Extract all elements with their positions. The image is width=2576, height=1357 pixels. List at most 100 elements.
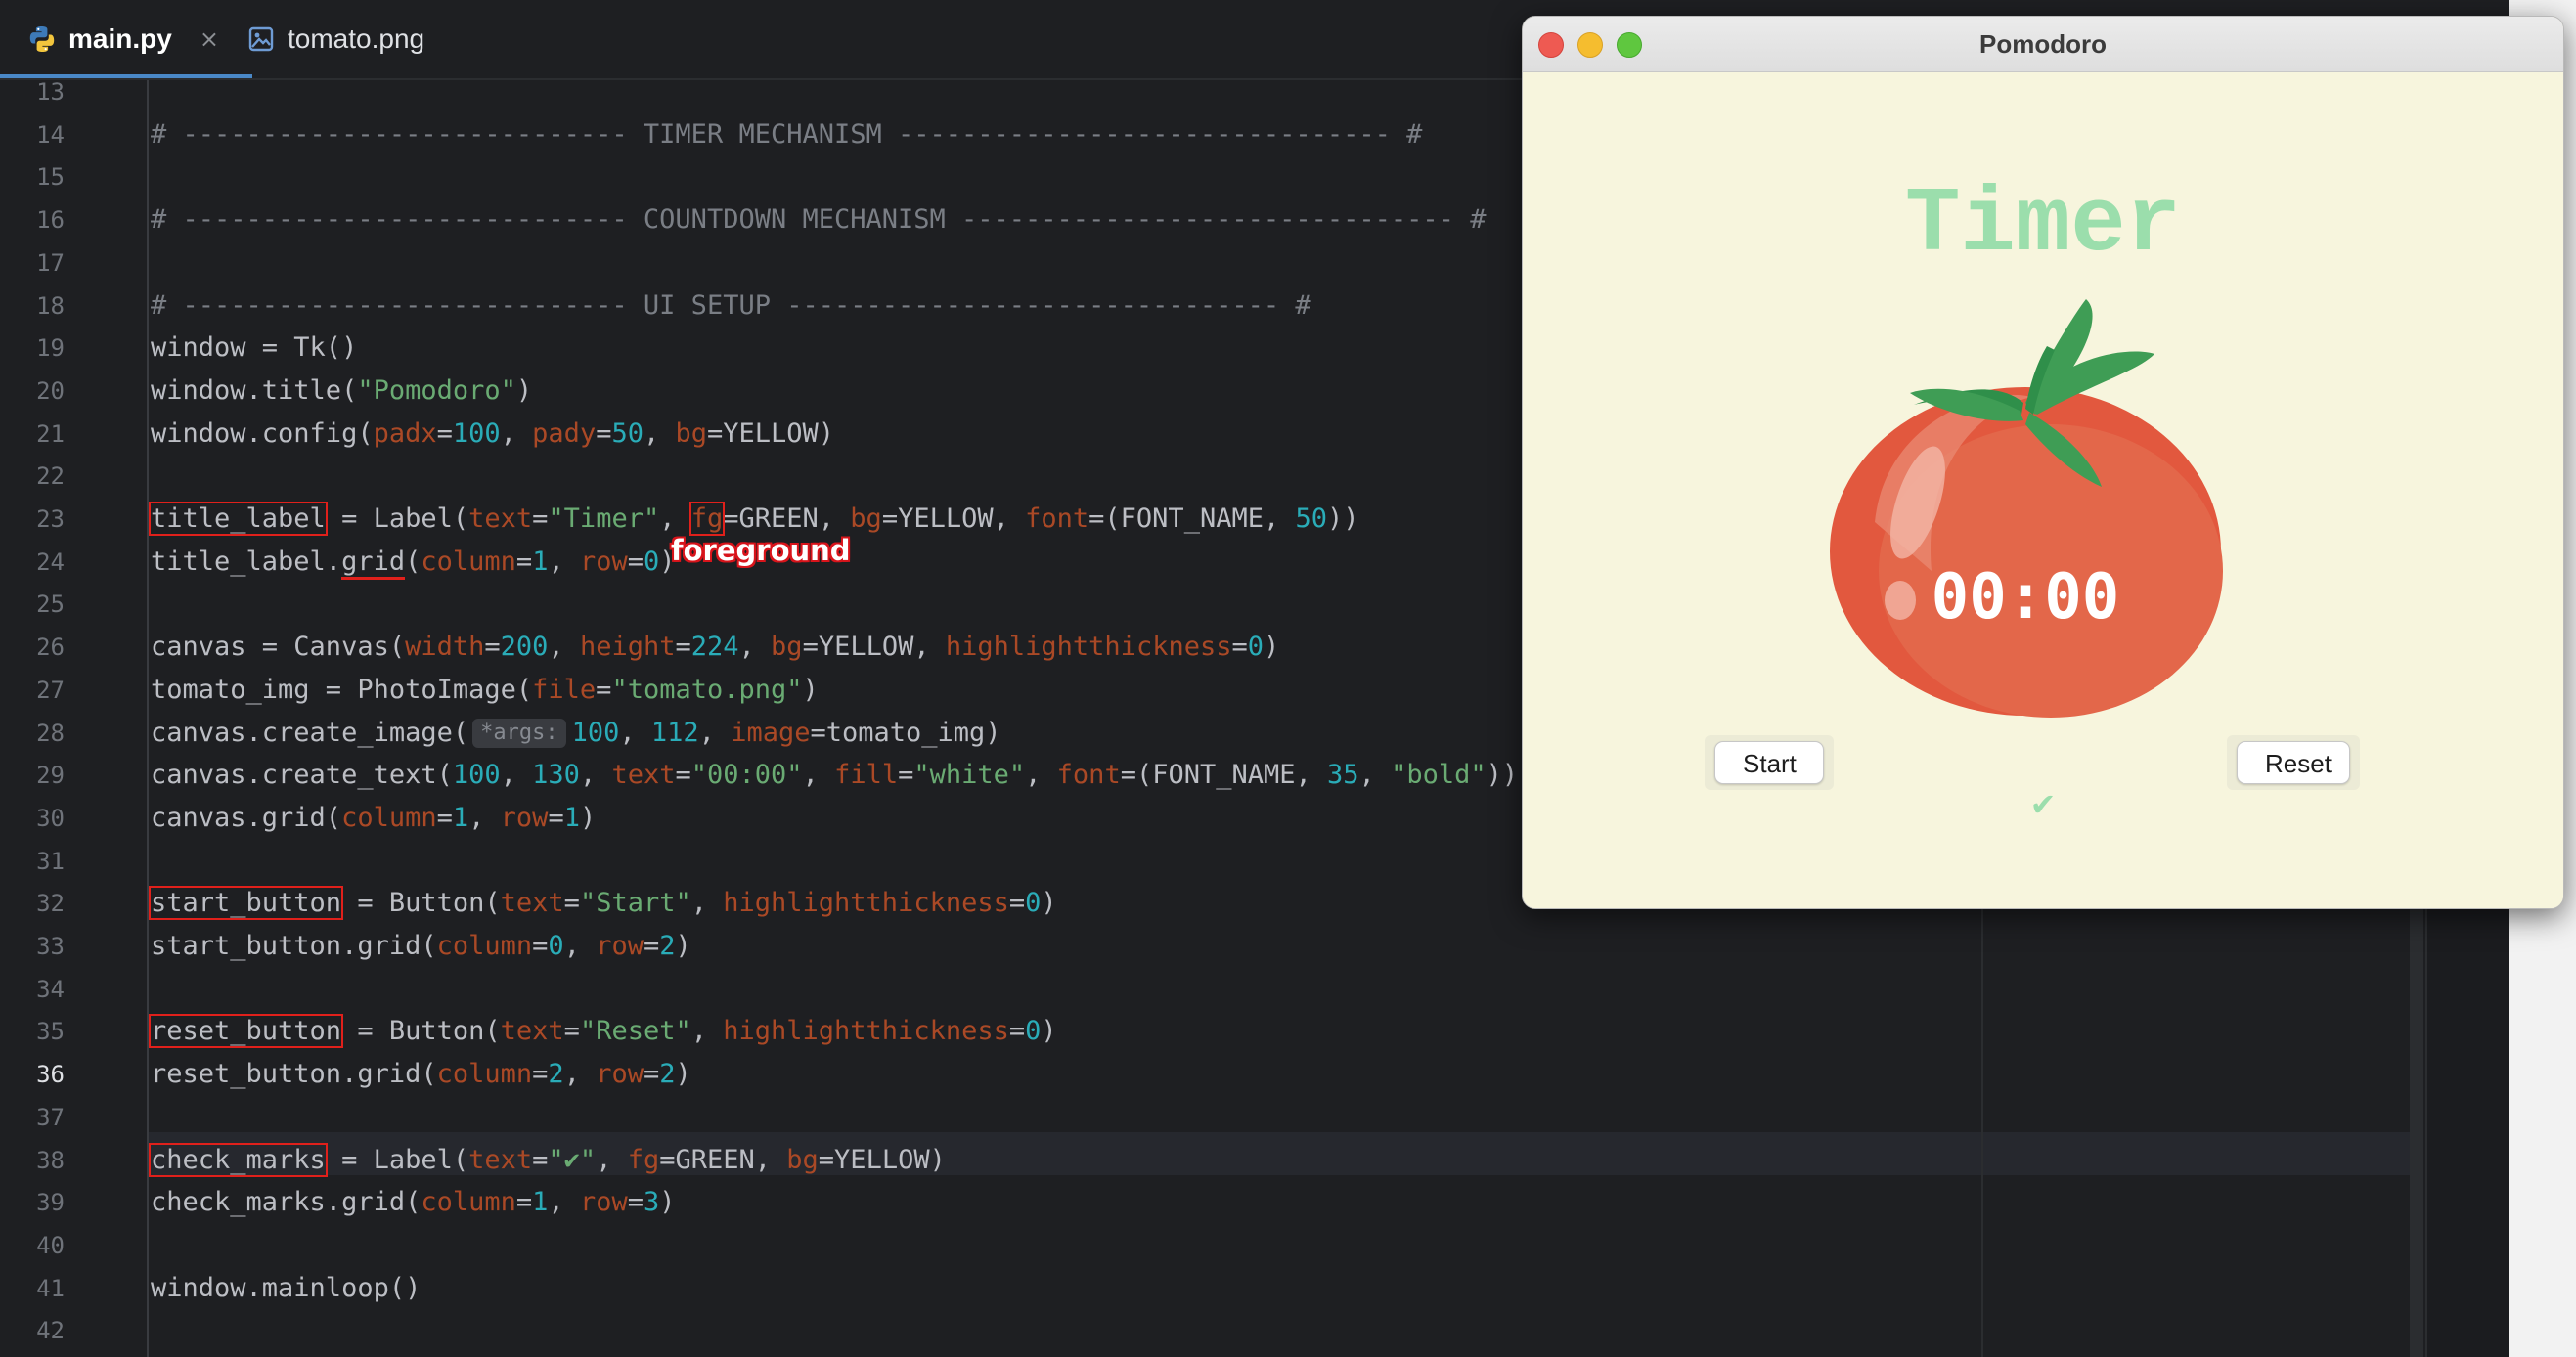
code-line: # ---------------------------- COUNTDOWN… [151,198,1486,241]
code-token: = [532,931,549,961]
line-number: 28 [36,720,65,747]
code-token: highlightthickness [723,1016,1009,1046]
code-token: =YELLOW) [818,1145,946,1175]
code-token: , [500,760,533,790]
code-token: 100 [571,718,620,748]
line-number: 16 [36,206,65,234]
code-token: , [563,1059,597,1089]
code-line: check_marks = Label(text="✔", fg=GREEN, … [149,1139,946,1182]
code-token: = [643,931,660,961]
code-token: ) [1264,632,1280,662]
line-number: 33 [36,933,65,960]
code-token: 130 [532,760,580,790]
code-token: 200 [500,632,549,662]
line-number: 22 [36,462,65,490]
code-token: = [532,1059,549,1089]
start-button[interactable]: Start [1714,741,1824,784]
code-token: = Button( [341,888,501,918]
close-tab-icon[interactable]: × [200,25,219,53]
code-line: window.config(padx=100, pady=50, bg=YELL… [151,413,834,456]
code-line: window.title("Pomodoro") [151,370,532,413]
code-line: canvas = Canvas(width=200, height=224, b… [151,626,1279,669]
code-token: , [690,888,724,918]
code-token: bg [850,503,882,534]
line-number: 42 [36,1317,65,1344]
code-token: = [898,760,914,790]
code-token: = [1008,1016,1026,1046]
code-token: 0 [1025,1016,1042,1046]
code-line: tomato_img = PhotoImage(file="tomato.png… [151,669,819,712]
code-line: window.mainloop() [151,1267,421,1310]
code-token: 1 [563,803,580,833]
code-token: ) [802,675,819,705]
code-token: )) [1486,760,1519,790]
code-token: grid [341,547,406,580]
code-token: 0 [548,931,564,961]
code-token: = Label( [325,1145,469,1175]
code-token: canvas.create_image( [151,718,469,748]
code-token: window.mainloop() [151,1273,422,1303]
code-token: , [563,931,597,961]
code-token: text [500,888,564,918]
code-line: # ---------------------------- UI SETUP … [151,285,1311,328]
code-token: ( [405,547,422,577]
code-token: column [436,1059,533,1089]
code-token: ) [675,931,691,961]
tomato-image [1830,299,2223,718]
code-token: , [690,1016,724,1046]
code-token: ) [1041,888,1057,918]
code-token: = [515,547,533,577]
parameter-hint: *args: [472,719,566,748]
code-token: 112 [650,718,699,748]
code-token: fg [627,1145,660,1175]
code-token: column [421,1187,516,1217]
code-token: 2 [659,931,676,961]
code-line: start_button.grid(column=0, row=2) [151,925,691,968]
code-token: =YELLOW, [881,503,1026,534]
code-token: row [596,931,644,961]
code-token: bg [675,418,708,449]
code-token: "tomato.png" [611,675,803,705]
code-token: 224 [690,632,739,662]
code-token: = [515,1187,533,1217]
line-number: 40 [36,1232,65,1259]
code-token: , [698,718,732,748]
tab-main-py[interactable]: main.py × [0,0,252,78]
code-token: check_marks.grid( [151,1187,422,1217]
code-token: window.title( [151,375,358,406]
code-token: =YELLOW, [802,632,946,662]
reset-button[interactable]: Reset [2237,741,2350,784]
code-token: "Pomodoro" [357,375,516,406]
code-token: = Label( [325,503,469,534]
timer-title-label: Timer [1904,174,2182,278]
line-number: 25 [36,591,65,618]
code-token: 2 [548,1059,564,1089]
code-token: ) [659,1187,676,1217]
code-token: , [548,632,580,662]
image-icon [248,26,274,52]
code-token: font [1056,760,1121,790]
code-token: title_label. [151,547,342,577]
code-token: , [802,760,835,790]
code-token: 50 [1295,503,1327,534]
code-token: start_button.grid( [151,931,437,961]
line-number: 34 [36,976,65,1003]
tab-tomato-png[interactable]: tomato.png [248,0,424,78]
code-token: "✔" [548,1145,597,1175]
code-token: , [659,503,691,534]
pomodoro-window: Pomodoro Timer 00:00 Start Reset ✔ [1522,16,2564,909]
line-number: 23 [36,505,65,533]
code-token: = [643,1059,660,1089]
code-line: title_label.grid(column=1, row=0) [151,541,676,584]
code-token: bg [771,632,803,662]
line-number: 29 [36,762,65,789]
tab-label: tomato.png [288,23,425,54]
code-token: "Timer" [548,503,660,534]
line-number: 20 [36,377,65,405]
code-token: check_marks [149,1143,328,1177]
code-token: =(FONT_NAME, [1088,503,1296,534]
code-token: "Reset" [579,1016,691,1046]
code-token: =tomato_img) [810,718,1001,748]
code-token: start_button [148,886,344,920]
code-token: 0 [1025,888,1042,918]
